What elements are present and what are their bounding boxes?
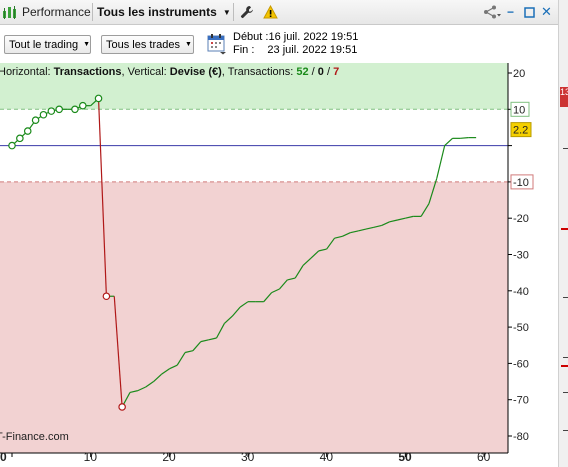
header-mid: , Vertical: <box>122 66 170 78</box>
y-tick-label: -20 <box>513 213 529 225</box>
chevron-down-icon: ▼ <box>222 7 231 17</box>
upper-threshold-label: 10 <box>513 104 525 116</box>
start-date-row: Début :16 juil. 2022 19:51 <box>233 31 358 44</box>
header-tx-label: , Transactions: <box>222 66 297 78</box>
losing-trade-marker[interactable] <box>118 403 126 411</box>
current-value-label: 2.2 <box>513 125 528 137</box>
maximize-icon[interactable] <box>524 0 536 24</box>
panel-tick <box>563 392 568 393</box>
trading-filter-label: Tout le trading <box>9 38 79 51</box>
trading-filter-dropdown[interactable]: Tout le trading ▼ <box>4 35 91 54</box>
wrench-icon[interactable] <box>240 0 254 24</box>
y-tick-label: -80 <box>513 431 529 443</box>
close-icon[interactable]: ✕ <box>541 0 552 24</box>
losing-trade-marker[interactable] <box>102 292 111 301</box>
x-tick-label: 30 <box>241 450 255 464</box>
trades-filter-dropdown[interactable]: Tous les trades ▼ <box>101 35 194 54</box>
x-tick-label: 0 <box>0 450 7 464</box>
x-tick-label: 50 <box>398 450 412 464</box>
x-tick-label: 20 <box>162 450 176 464</box>
date-range: Début :16 juil. 2022 19:51 Fin : 23 juil.… <box>233 31 358 57</box>
end-date-value: 23 juil. 2022 19:51 <box>267 44 358 56</box>
winning-trade-marker[interactable] <box>94 94 103 103</box>
y-tick-label: -50 <box>513 322 529 334</box>
panel-red-tick <box>561 228 568 230</box>
y-tick-label: 20 <box>513 68 525 80</box>
header-horizontal-value: Transactions <box>54 66 122 78</box>
window-toolbar: Performance Tous les instruments ▼ − ✕ <box>0 0 558 25</box>
end-date-row: Fin : 23 juil. 2022 19:51 <box>233 44 358 57</box>
toolbar-separator <box>92 3 93 21</box>
winning-trade-marker[interactable] <box>23 127 32 135</box>
upper-threshold-badge: 10 <box>510 101 530 117</box>
start-date-label: Début : <box>233 31 269 43</box>
panel-tick <box>563 148 568 149</box>
lower-threshold-badge: -10 <box>510 174 534 190</box>
winning-trade-marker[interactable] <box>55 105 64 114</box>
panel-tick <box>563 430 568 431</box>
equity-chart[interactable]: 20 -20 -30 -40 -50 -60 -70 -80 0 10 20 30 40 50 60 Ho… <box>0 63 558 467</box>
x-tick-label: 10 <box>84 450 98 464</box>
equity-chart-svg: 20 -20 -30 -40 -50 -60 -70 -80 0 10 20 30 40 50 60 Ho… <box>0 63 534 464</box>
winning-trade-marker[interactable] <box>16 134 24 143</box>
winning-trade-segment <box>460 137 469 139</box>
panel-red-tick <box>561 365 568 367</box>
window-title: Performance <box>22 5 91 19</box>
winning-trade-marker[interactable] <box>79 101 87 110</box>
performance-window: Performance Tous les instruments ▼ − ✕ T… <box>0 0 568 467</box>
calendar-icon[interactable] <box>207 33 227 55</box>
winning-trade-marker[interactable] <box>39 110 48 119</box>
winning-trade-marker[interactable] <box>47 107 56 115</box>
share-icon[interactable] <box>482 0 502 24</box>
filter-bar: Tout le trading ▼ Tous les trades ▼ Débu… <box>0 25 558 63</box>
loss-zone <box>0 181 508 453</box>
adjacent-panel-edge[interactable]: 13 <box>558 0 568 467</box>
header-slash-1: / <box>309 66 318 78</box>
header-losers: 7 <box>333 66 339 78</box>
end-date-label: Fin : <box>233 44 255 56</box>
winning-trade-marker[interactable] <box>31 116 40 124</box>
instrument-selector[interactable]: Tous les instruments ▼ <box>97 0 231 24</box>
header-slash-2: / <box>324 66 333 78</box>
toolbar-separator <box>233 3 234 21</box>
x-tick-label: 60 <box>477 450 491 464</box>
lower-threshold-label: -10 <box>513 177 529 189</box>
y-tick-label: -30 <box>513 250 529 262</box>
watermark: T-Finance.com <box>0 431 69 443</box>
start-date-value: 16 juil. 2022 19:51 <box>268 31 359 43</box>
warning-icon[interactable] <box>263 0 279 24</box>
winning-trade-marker[interactable] <box>71 105 79 114</box>
x-tick-label: 40 <box>320 450 334 464</box>
winning-trade-marker[interactable] <box>8 141 16 150</box>
current-value-badge: 2.2 <box>510 122 532 138</box>
chevron-down-icon: ▼ <box>184 41 192 48</box>
panel-tick <box>563 357 568 358</box>
chevron-down-icon: ▼ <box>83 41 91 48</box>
adjacent-panel-label: 13 <box>560 87 568 107</box>
chart-header: Horizontal: Transactions, Vertical: Devi… <box>0 66 339 78</box>
y-tick-label: -60 <box>513 358 529 370</box>
header-vertical-value: Devise (€) <box>170 66 222 78</box>
chart-bars-icon[interactable] <box>2 0 20 24</box>
instrument-selector-label: Tous les instruments <box>97 5 217 19</box>
panel-tick <box>563 297 568 298</box>
y-tick-label: -40 <box>513 286 529 298</box>
minimize-icon[interactable]: − <box>507 0 514 24</box>
trades-filter-label: Tous les trades <box>106 38 180 51</box>
header-winners: 52 <box>296 66 308 78</box>
y-tick-label: -70 <box>513 395 529 407</box>
header-prefix: Horizontal: <box>0 66 54 78</box>
